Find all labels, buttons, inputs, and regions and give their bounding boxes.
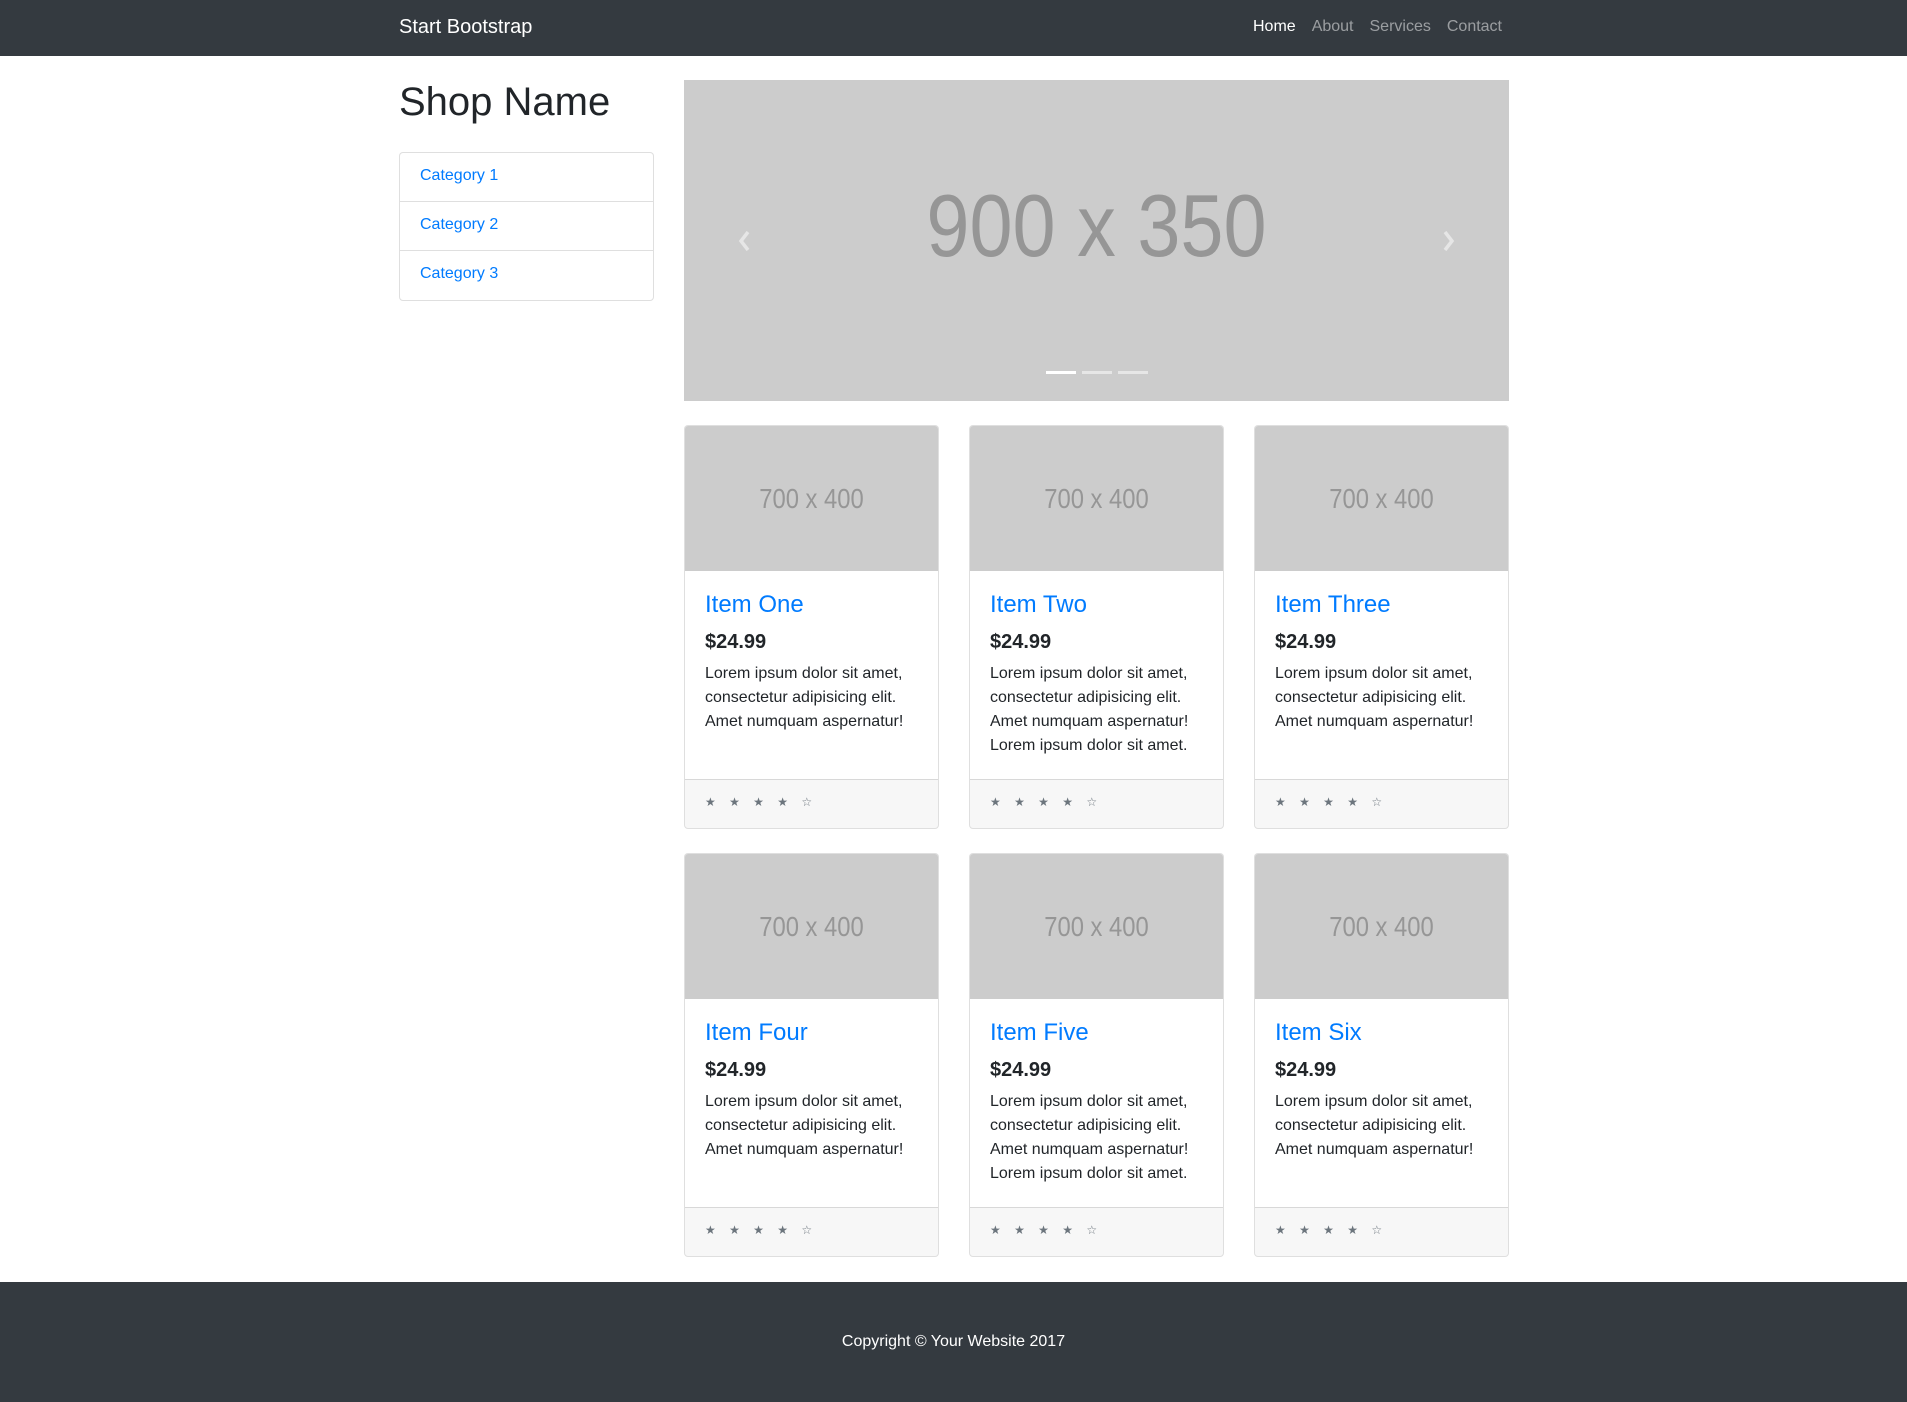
product-image[interactable]: 700 x 400 <box>970 854 1223 999</box>
nav-link-about[interactable]: About <box>1312 18 1354 36</box>
product-description: Lorem ipsum dolor sit amet, consectetur … <box>1275 1093 1474 1158</box>
product-price: $24.99 <box>990 1059 1052 1081</box>
product-image-placeholder: 700 x 400 <box>1329 482 1434 514</box>
product-rating: ★ ★ ★ ★ ☆ <box>970 779 1223 828</box>
carousel-indicator-1[interactable] <box>1045 371 1076 374</box>
product-description: Lorem ipsum dolor sit amet, consectetur … <box>990 665 1189 754</box>
category-list: Category 1 Category 2 Category 3 <box>399 152 654 301</box>
product-rating: ★ ★ ★ ★ ☆ <box>685 779 938 828</box>
product-price: $24.99 <box>990 631 1052 653</box>
category-item-2[interactable]: Category 2 <box>400 202 653 251</box>
product-price: $24.99 <box>705 631 767 653</box>
product-image[interactable]: 700 x 400 <box>970 426 1223 571</box>
product-title-link[interactable]: Item Four <box>705 1019 918 1047</box>
product-description: Lorem ipsum dolor sit amet, consectetur … <box>705 665 904 730</box>
category-item-1[interactable]: Category 1 <box>400 153 653 202</box>
category-item-3[interactable]: Category 3 <box>400 251 653 300</box>
product-description: Lorem ipsum dolor sit amet, consectetur … <box>705 1093 904 1158</box>
product-image-placeholder: 700 x 400 <box>1044 482 1149 514</box>
product-rating: ★ ★ ★ ★ ☆ <box>685 1207 938 1256</box>
product-image[interactable]: 700 x 400 <box>1255 854 1508 999</box>
product-card: 700 x 400 Item Two $24.99 Lorem ipsum do… <box>969 425 1224 829</box>
product-image-placeholder: 700 x 400 <box>759 910 864 942</box>
product-price: $24.99 <box>705 1059 767 1081</box>
card-body: Item Four $24.99 Lorem ipsum dolor sit a… <box>685 999 938 1209</box>
card-body: Item Three $24.99 Lorem ipsum dolor sit … <box>1255 571 1508 781</box>
product-rating: ★ ★ ★ ★ ☆ <box>1255 779 1508 828</box>
product-card: 700 x 400 Item Four $24.99 Lorem ipsum d… <box>684 853 939 1257</box>
carousel: 900 x 350 <box>684 80 1509 401</box>
carousel-placeholder-text: 900 x 350 <box>926 176 1267 275</box>
product-title-link[interactable]: Item One <box>705 591 918 619</box>
product-price: $24.99 <box>1275 1059 1337 1081</box>
product-image-placeholder: 700 x 400 <box>1044 910 1149 942</box>
carousel-indicator-2[interactable] <box>1081 371 1112 374</box>
product-description: Lorem ipsum dolor sit amet, consectetur … <box>1275 665 1474 730</box>
chevron-left-icon <box>738 230 750 251</box>
product-image-placeholder: 700 x 400 <box>1329 910 1434 942</box>
product-rating: ★ ★ ★ ★ ☆ <box>1255 1207 1508 1256</box>
product-price: $24.99 <box>1275 631 1337 653</box>
product-card: 700 x 400 Item One $24.99 Lorem ipsum do… <box>684 425 939 829</box>
page-footer: Copyright © Your Website 2017 <box>0 1282 1907 1402</box>
carousel-prev-button[interactable] <box>684 80 804 401</box>
shop-name-heading: Shop Name <box>399 80 611 124</box>
carousel-next-button[interactable] <box>1389 80 1509 401</box>
product-title-link[interactable]: Item Six <box>1275 1019 1488 1047</box>
product-card: 700 x 400 Item Six $24.99 Lorem ipsum do… <box>1254 853 1509 1257</box>
nav-links: Home About Services Contact <box>1253 18 1502 36</box>
navbar: Start Bootstrap Home About Services Cont… <box>0 0 1907 56</box>
product-image[interactable]: 700 x 400 <box>685 426 938 571</box>
product-title-link[interactable]: Item Three <box>1275 591 1488 619</box>
product-title-link[interactable]: Item Two <box>990 591 1203 619</box>
product-title-link[interactable]: Item Five <box>990 1019 1203 1047</box>
card-body: Item Two $24.99 Lorem ipsum dolor sit am… <box>970 571 1223 781</box>
product-image[interactable]: 700 x 400 <box>685 854 938 999</box>
copyright-text: Copyright © Your Website 2017 <box>841 1333 1066 1350</box>
chevron-right-icon <box>1443 230 1455 251</box>
card-body: Item One $24.99 Lorem ipsum dolor sit am… <box>685 571 938 781</box>
carousel-indicator-3[interactable] <box>1117 371 1148 374</box>
product-card: 700 x 400 Item Three $24.99 Lorem ipsum … <box>1254 425 1509 829</box>
product-image[interactable]: 700 x 400 <box>1255 426 1508 571</box>
nav-link-contact[interactable]: Contact <box>1447 18 1502 36</box>
product-rating: ★ ★ ★ ★ ☆ <box>970 1207 1223 1256</box>
product-card: 700 x 400 Item Five $24.99 Lorem ipsum d… <box>969 853 1224 1257</box>
card-body: Item Six $24.99 Lorem ipsum dolor sit am… <box>1255 999 1508 1209</box>
nav-link-home[interactable]: Home <box>1253 18 1296 36</box>
product-image-placeholder: 700 x 400 <box>759 482 864 514</box>
nav-link-services[interactable]: Services <box>1370 18 1431 36</box>
carousel-indicators <box>684 371 1509 374</box>
brand-link[interactable]: Start Bootstrap <box>399 16 532 39</box>
card-body: Item Five $24.99 Lorem ipsum dolor sit a… <box>970 999 1223 1209</box>
product-description: Lorem ipsum dolor sit amet, consectetur … <box>990 1093 1189 1182</box>
